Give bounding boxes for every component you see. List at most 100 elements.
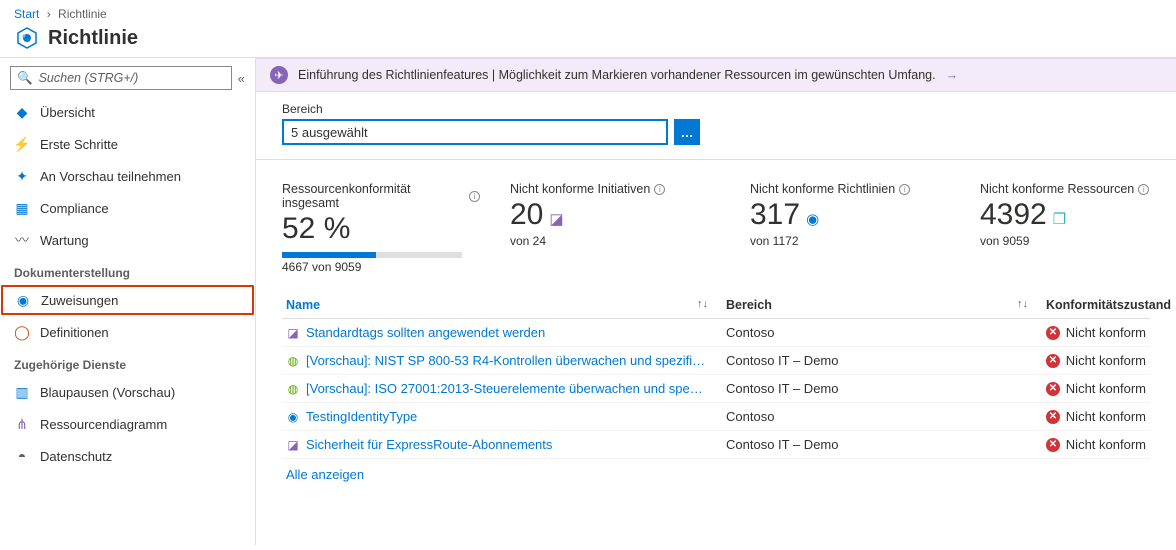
nav-preview[interactable]: ✦ An Vorschau teilnehmen bbox=[0, 160, 255, 192]
search-placeholder: Suchen (STRG+/) bbox=[39, 71, 139, 85]
row-type-icon: ◉ bbox=[286, 410, 300, 424]
nav-label: An Vorschau teilnehmen bbox=[40, 169, 181, 184]
resource-icon: ❒ bbox=[1053, 210, 1066, 228]
maintenance-icon: 〰 bbox=[14, 232, 30, 248]
table-row[interactable]: ◉TestingIdentityTypeContoso✕Nicht konfor… bbox=[282, 403, 1150, 431]
table-row[interactable]: ◪Sicherheit für ExpressRoute-Abonnements… bbox=[282, 431, 1150, 459]
row-status: ✕Nicht konform bbox=[1046, 437, 1146, 452]
nav-blueprints[interactable]: ▥Blaupausen (Vorschau) bbox=[0, 376, 255, 408]
error-icon: ✕ bbox=[1046, 410, 1060, 424]
kpi-value: 317 bbox=[750, 198, 800, 232]
kpi-sub: von 24 bbox=[510, 234, 690, 248]
nav-label: Zuweisungen bbox=[41, 293, 118, 308]
preview-icon: ✦ bbox=[14, 168, 30, 184]
nav-definitions[interactable]: ◯ Definitionen bbox=[0, 316, 255, 348]
info-icon[interactable]: i bbox=[469, 191, 480, 202]
error-icon: ✕ bbox=[1046, 354, 1060, 368]
sort-icon: ↑↓ bbox=[697, 298, 708, 310]
sidebar: 🔍 Suchen (STRG+/) « ◆Übersicht ⚡ Erste Sc… bbox=[0, 58, 256, 545]
kpi-sub: von 9059 bbox=[980, 234, 1176, 248]
error-icon: ✕ bbox=[1046, 382, 1060, 396]
nav-label: Wartung bbox=[40, 233, 89, 248]
row-name-link[interactable]: ◍[Vorschau]: NIST SP 800-53 R4-Kontrolle… bbox=[286, 353, 718, 368]
row-status: ✕Nicht konform bbox=[1046, 325, 1146, 340]
row-name-link[interactable]: ◉TestingIdentityType bbox=[286, 409, 718, 424]
nav-maintenance[interactable]: 〰 Wartung bbox=[0, 224, 255, 256]
privacy-icon: ◓ bbox=[14, 448, 30, 464]
nav-overview[interactable]: ◆Übersicht bbox=[0, 96, 255, 128]
kpi-resources: Nicht konforme Ressourceni 4392❒ von 905… bbox=[980, 182, 1176, 274]
scope-picker-button[interactable]: … bbox=[674, 119, 700, 145]
nav-first-steps[interactable]: ⚡ Erste Schritte bbox=[0, 128, 255, 160]
kpi-initiatives: Nicht konforme Initiativeni 20◪ von 24 bbox=[510, 182, 690, 274]
table-row[interactable]: ◪Standardtags sollten angewendet werden C… bbox=[282, 319, 1150, 347]
error-icon: ✕ bbox=[1046, 438, 1060, 452]
kpi-title: Nicht konforme Ressourcen bbox=[980, 182, 1134, 196]
feature-banner[interactable]: ✈ Einführung des Richtlinienfeatures | M… bbox=[256, 58, 1176, 92]
nav-compliance[interactable]: ▦Compliance bbox=[0, 192, 255, 224]
banner-text: Einführung des Richtlinienfeatures | Mög… bbox=[298, 68, 936, 82]
initiative-icon: ◪ bbox=[549, 210, 563, 228]
progress-bar bbox=[282, 252, 462, 258]
compliance-icon: ▦ bbox=[14, 200, 30, 216]
row-status: ✕Nicht konform bbox=[1046, 353, 1146, 368]
bolt-icon: ⚡ bbox=[14, 136, 30, 152]
kpi-compliance: Ressourcenkonformität insgesamti 52 % 46… bbox=[282, 182, 480, 274]
collapse-sidebar-icon[interactable]: « bbox=[238, 71, 245, 86]
kpi-title: Nicht konforme Richtlinien bbox=[750, 182, 895, 196]
nav-label: Datenschutz bbox=[40, 449, 112, 464]
nav-label: Definitionen bbox=[40, 325, 109, 340]
assignments-icon: ◉ bbox=[15, 292, 31, 308]
info-icon[interactable]: i bbox=[1138, 184, 1149, 195]
graph-icon: ⋔ bbox=[14, 416, 30, 432]
breadcrumb-start[interactable]: Start bbox=[14, 7, 39, 21]
col-name[interactable]: Name↑↓ bbox=[282, 292, 722, 319]
kpi-title: Ressourcenkonformität insgesamt bbox=[282, 182, 465, 210]
info-icon[interactable]: i bbox=[899, 184, 910, 195]
row-name-link[interactable]: ◪Sicherheit für ExpressRoute-Abonnements bbox=[286, 437, 718, 452]
row-type-icon: ◍ bbox=[286, 354, 300, 368]
sidebar-section-authoring: Dokumenterstellung bbox=[0, 256, 255, 284]
kpi-policies: Nicht konforme Richtlinien i 317 ◉ von 117… bbox=[750, 182, 920, 274]
row-scope: Contoso IT – Demo bbox=[722, 375, 1042, 403]
show-all-link[interactable]: Alle anzeigen bbox=[282, 459, 1150, 490]
row-status: ✕Nicht konform bbox=[1046, 409, 1146, 424]
row-type-icon: ◪ bbox=[286, 326, 300, 340]
nav-label: Erste Schritte bbox=[40, 137, 118, 152]
content-pane: ✈ Einführung des Richtlinienfeatures | M… bbox=[256, 58, 1176, 545]
scope-label: Bereich bbox=[282, 102, 1150, 116]
rocket-icon: ✈ bbox=[270, 66, 288, 84]
kpi-title: Nicht konforme Initiativen bbox=[510, 182, 650, 196]
blueprints-icon: ▥ bbox=[14, 384, 30, 400]
policy-icon: ◉ bbox=[806, 210, 819, 228]
scope-input[interactable]: 5 ausgewählt bbox=[282, 119, 668, 145]
definitions-icon: ◯ bbox=[14, 324, 30, 340]
col-status[interactable]: Konformitätszustand bbox=[1042, 292, 1150, 319]
page-title: Richtlinie bbox=[48, 27, 138, 50]
nav-privacy[interactable]: ◓ Datenschutz bbox=[0, 440, 255, 472]
table-row[interactable]: ◍[Vorschau]: ISO 27001:2013-Steuerelemen… bbox=[282, 375, 1150, 403]
row-name-link[interactable]: ◍[Vorschau]: ISO 27001:2013-Steuerelemen… bbox=[286, 381, 718, 396]
col-scope[interactable]: Bereich↑↓ bbox=[722, 292, 1042, 319]
search-input[interactable]: 🔍 Suchen (STRG+/) bbox=[10, 66, 232, 90]
page-header: Richtlinie bbox=[0, 25, 1176, 58]
overview-icon: ◆ bbox=[14, 104, 30, 120]
sidebar-section-related: Zugehörige Dienste bbox=[0, 348, 255, 376]
nav-resource-graph[interactable]: ⋔ Ressourcendiagramm bbox=[0, 408, 255, 440]
assignments-table: Name↑↓ Bereich↑↓ Konformitätszustand ◪St… bbox=[282, 292, 1150, 459]
info-icon[interactable]: i bbox=[654, 184, 665, 195]
kpi-sub: 4667 von 9059 bbox=[282, 260, 480, 274]
policy-logo-icon bbox=[14, 25, 40, 51]
row-type-icon: ◪ bbox=[286, 438, 300, 452]
kpi-sub: von 1172 bbox=[750, 234, 920, 248]
table-row[interactable]: ◍[Vorschau]: NIST SP 800-53 R4-Kontrolle… bbox=[282, 347, 1150, 375]
breadcrumb-sep: › bbox=[47, 7, 51, 21]
scope-panel: Bereich 5 ausgewählt … bbox=[256, 92, 1176, 160]
nav-label: Ressourcendiagramm bbox=[40, 417, 167, 432]
kpi-row: Ressourcenkonformität insgesamti 52 % 46… bbox=[256, 160, 1176, 286]
row-name-link[interactable]: ◪Standardtags sollten angewendet werden bbox=[286, 325, 718, 340]
row-scope: Contoso IT – Demo bbox=[722, 347, 1042, 375]
nav-assignments[interactable]: ◉ Zuweisungen bbox=[1, 285, 254, 315]
row-type-icon: ◍ bbox=[286, 382, 300, 396]
row-scope: Contoso bbox=[722, 319, 1042, 347]
